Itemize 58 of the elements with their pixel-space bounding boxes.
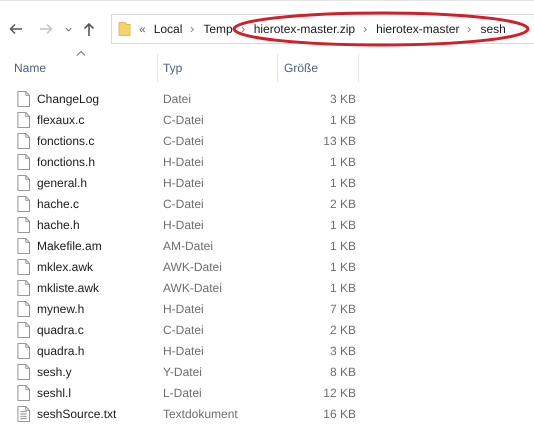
- file-name[interactable]: hache.c: [37, 196, 80, 210]
- file-type: H-Datei: [163, 154, 204, 168]
- breadcrumb-item[interactable]: Temp: [203, 22, 233, 36]
- file-name[interactable]: mklex.awk: [37, 260, 94, 274]
- file-type: C-Datei: [163, 196, 204, 210]
- file-size: 3 KB: [330, 92, 356, 106]
- file-type: C-Datei: [163, 134, 204, 148]
- file-type: Y-Datei: [163, 364, 202, 378]
- file-type: AWK-Datei: [163, 280, 222, 294]
- file-size: 2 KB: [330, 196, 356, 210]
- file-name[interactable]: Makefile.am: [37, 238, 102, 252]
- breadcrumb-item[interactable]: hierotex-master.zip: [254, 22, 356, 36]
- file-size: 8 KB: [330, 364, 356, 378]
- column-header[interactable]: Typ: [158, 54, 278, 82]
- file-type: AM-Datei: [163, 238, 214, 252]
- overflow-chevron[interactable]: «: [139, 22, 146, 36]
- file-name[interactable]: mkliste.awk: [37, 280, 100, 294]
- breadcrumb-item[interactable]: Local: [154, 22, 182, 36]
- file-name[interactable]: general.h: [37, 176, 88, 190]
- file-size: 1 KB: [330, 260, 356, 274]
- file-type: Datei: [163, 92, 192, 106]
- file-name[interactable]: mynew.h: [37, 302, 84, 316]
- file-size: 16 KB: [323, 406, 356, 420]
- file-name[interactable]: quadra.c: [37, 322, 84, 336]
- file-type: H-Datei: [163, 344, 204, 358]
- address-bar[interactable]: « Local Temp hierotex-master.zip hierotex-master sesh: [111, 14, 534, 44]
- file-type: H-Datei: [163, 176, 204, 190]
- file-size: 13 KB: [323, 134, 356, 148]
- file-size: 1 KB: [330, 154, 356, 168]
- file-size: 7 KB: [330, 302, 356, 316]
- file-type: C-Datei: [163, 112, 204, 126]
- breadcrumb-item[interactable]: sesh: [480, 22, 506, 36]
- file-size: 2 KB: [330, 322, 356, 336]
- file-size: 3 KB: [330, 344, 356, 358]
- breadcrumb-item[interactable]: hierotex-master: [376, 22, 460, 36]
- file-name[interactable]: fonctions.c: [37, 134, 94, 148]
- file-type: H-Datei: [163, 302, 204, 316]
- column-header[interactable]: Größe: [278, 54, 359, 82]
- file-name[interactable]: quadra.h: [37, 344, 84, 358]
- file-size: 1 KB: [330, 218, 356, 232]
- file-size: 1 KB: [330, 112, 356, 126]
- file-name[interactable]: sesh.y: [37, 364, 72, 378]
- file-type: H-Datei: [163, 218, 204, 232]
- file-type: L-Datei: [163, 386, 202, 400]
- file-size: 1 KB: [330, 176, 356, 190]
- file-type: C-Datei: [163, 322, 204, 336]
- file-name[interactable]: fonctions.h: [37, 154, 96, 168]
- file-size: 1 KB: [330, 238, 356, 252]
- column-header[interactable]: Name: [0, 54, 158, 82]
- file-type: AWK-Datei: [163, 260, 222, 274]
- file-size: 12 KB: [323, 386, 356, 400]
- file-name[interactable]: hache.h: [37, 218, 80, 232]
- file-name[interactable]: ChangeLog: [37, 92, 100, 106]
- file-type: Textdokument: [163, 406, 238, 420]
- file-size: 1 KB: [330, 280, 356, 294]
- file-name[interactable]: seshSource.txt: [37, 406, 116, 420]
- file-name[interactable]: flexaux.c: [37, 112, 84, 126]
- file-name[interactable]: seshl.l: [37, 386, 72, 400]
